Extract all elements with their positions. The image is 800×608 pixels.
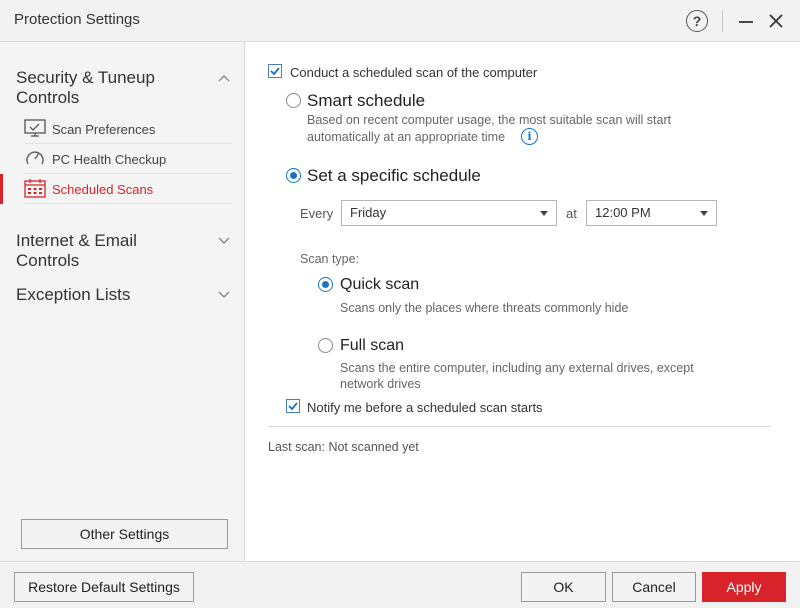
chevron-down-icon bbox=[218, 291, 230, 298]
group-label-line1: Exception Lists bbox=[16, 285, 131, 304]
cancel-button[interactable]: Cancel bbox=[612, 572, 696, 602]
notify-label: Notify me before a scheduled scan starts bbox=[307, 400, 543, 415]
quick-scan-description: Scans only the places where threats comm… bbox=[340, 301, 629, 315]
help-button[interactable]: ? bbox=[684, 8, 710, 34]
smart-schedule-label: Smart schedule bbox=[307, 91, 426, 110]
gauge-icon bbox=[26, 151, 44, 165]
apply-button[interactable]: Apply bbox=[702, 572, 786, 602]
group-label-line2: Controls bbox=[16, 251, 80, 270]
day-select[interactable]: Friday bbox=[341, 200, 557, 226]
last-scan-status: Last scan: Not scanned yet bbox=[268, 440, 419, 454]
dropdown-caret-icon bbox=[700, 211, 708, 216]
sidebar-group-security-tuneup[interactable]: Security & Tuneup Controls bbox=[16, 68, 231, 108]
close-button[interactable] bbox=[763, 8, 789, 34]
every-label: Every bbox=[300, 206, 334, 221]
sidebar: Security & Tuneup Controls Scan Preferen… bbox=[0, 42, 245, 561]
conduct-scan-checkbox[interactable] bbox=[268, 64, 282, 78]
sidebar-group-exception-lists[interactable]: Exception Lists bbox=[16, 285, 231, 305]
checkmark-icon bbox=[288, 402, 298, 411]
main-panel: Conduct a scheduled scan of the computer… bbox=[246, 42, 800, 561]
smart-schedule-radio[interactable] bbox=[286, 93, 301, 108]
quick-scan-label: Quick scan bbox=[340, 276, 420, 293]
group-label-line1: Internet & Email bbox=[16, 231, 137, 250]
day-select-value: Friday bbox=[350, 205, 387, 220]
minimize-icon bbox=[739, 21, 753, 23]
other-settings-button[interactable]: Other Settings bbox=[21, 519, 228, 549]
sidebar-item-label: PC Health Checkup bbox=[52, 152, 167, 167]
chevron-up-icon bbox=[218, 75, 230, 82]
sidebar-group-internet-email[interactable]: Internet & Email Controls bbox=[16, 231, 231, 271]
info-icon[interactable]: i bbox=[521, 128, 538, 145]
scan-type-label: Scan type: bbox=[300, 252, 360, 266]
specific-schedule-label: Set a specific schedule bbox=[307, 166, 481, 185]
full-scan-label: Full scan bbox=[340, 337, 405, 354]
dropdown-caret-icon bbox=[540, 211, 548, 216]
chevron-down-icon bbox=[218, 237, 230, 244]
full-scan-radio[interactable] bbox=[318, 338, 333, 353]
group-label-line1: Security & Tuneup bbox=[16, 68, 155, 87]
minimize-button[interactable] bbox=[733, 8, 759, 34]
monitor-icon bbox=[24, 119, 46, 137]
titlebar-divider bbox=[722, 10, 723, 32]
sidebar-item-label: Scheduled Scans bbox=[52, 182, 154, 197]
title-bar: Protection Settings ? bbox=[0, 0, 800, 42]
window-title: Protection Settings bbox=[14, 11, 140, 28]
group-label-line2: Controls bbox=[16, 88, 80, 107]
smart-schedule-description: Based on recent computer usage, the most… bbox=[307, 113, 672, 127]
radio-dot bbox=[290, 172, 297, 179]
conduct-scan-label: Conduct a scheduled scan of the computer bbox=[290, 65, 538, 80]
time-select[interactable]: 12:00 PM bbox=[586, 200, 717, 226]
ok-button[interactable]: OK bbox=[521, 572, 606, 602]
full-scan-description-2: network drives bbox=[340, 377, 421, 391]
content-divider bbox=[268, 426, 770, 427]
time-select-value: 12:00 PM bbox=[595, 205, 651, 220]
quick-scan-radio[interactable] bbox=[318, 277, 333, 292]
sidebar-item-scheduled-scans[interactable]: Scheduled Scans bbox=[0, 174, 232, 204]
smart-schedule-description-2: automatically at an appropriate time bbox=[307, 130, 506, 144]
sidebar-item-scan-preferences[interactable]: Scan Preferences bbox=[0, 114, 232, 144]
sidebar-item-pc-health-checkup[interactable]: PC Health Checkup bbox=[0, 144, 232, 174]
footer-bar: Restore Default Settings OK Cancel Apply bbox=[0, 561, 800, 608]
radio-dot bbox=[322, 281, 329, 288]
checkmark-icon bbox=[270, 67, 280, 76]
close-icon bbox=[769, 14, 783, 28]
sidebar-item-label: Scan Preferences bbox=[52, 122, 156, 137]
sidebar-divider bbox=[24, 203, 232, 204]
full-scan-description: Scans the entire computer, including any… bbox=[340, 361, 694, 375]
help-icon: ? bbox=[686, 10, 708, 32]
specific-schedule-radio[interactable] bbox=[286, 168, 301, 183]
notify-checkbox[interactable] bbox=[286, 399, 300, 413]
calendar-icon bbox=[24, 179, 46, 198]
restore-defaults-button[interactable]: Restore Default Settings bbox=[14, 572, 194, 602]
at-label: at bbox=[566, 206, 577, 221]
